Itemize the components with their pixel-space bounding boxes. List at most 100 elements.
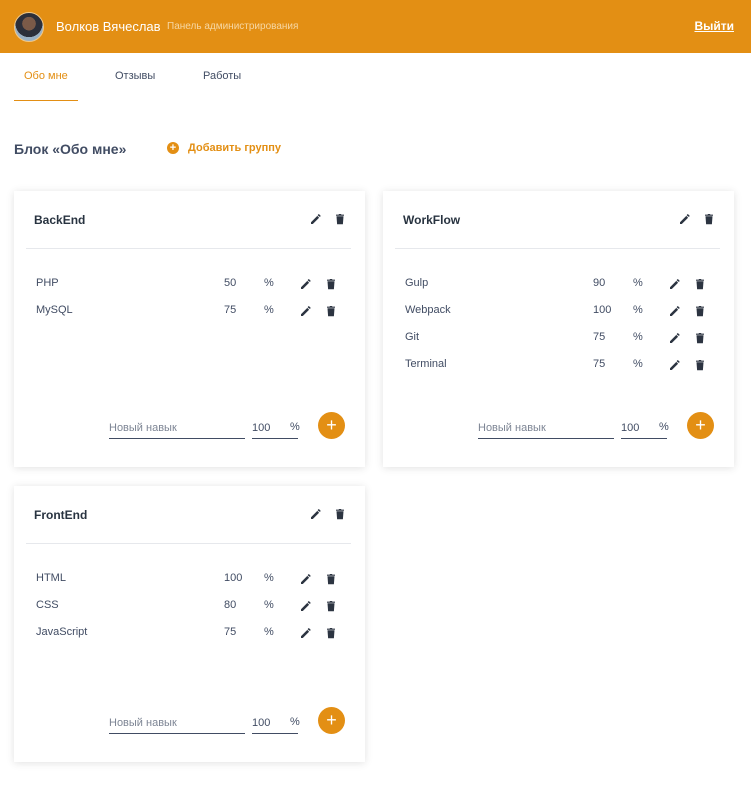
skill-row: MySQL 75 % bbox=[14, 302, 365, 320]
trash-icon[interactable] bbox=[325, 573, 337, 585]
new-skill-input[interactable] bbox=[109, 418, 245, 439]
skill-name[interactable]: CSS bbox=[36, 599, 59, 611]
skill-percent-value[interactable]: 75 bbox=[224, 626, 236, 638]
new-skill-percent-field: % bbox=[621, 418, 669, 439]
percent-sign: % bbox=[264, 304, 274, 316]
skill-row: Git 75 % bbox=[383, 329, 734, 347]
skill-group-card: WorkFlow Gulp 90 % Webpack 100 % Git 75 … bbox=[383, 191, 734, 467]
user-name: Волков Вячеслав bbox=[56, 19, 161, 34]
add-group-label: Добавить группу bbox=[188, 142, 282, 154]
divider bbox=[26, 248, 351, 249]
tab-bar: Обо мне Отзывы Работы bbox=[14, 53, 751, 101]
trash-icon[interactable] bbox=[694, 305, 706, 317]
skill-name[interactable]: Terminal bbox=[405, 358, 447, 370]
active-tab-indicator bbox=[14, 100, 78, 101]
percent-sign: % bbox=[264, 599, 274, 611]
avatar bbox=[14, 12, 44, 42]
add-skill-button[interactable]: + bbox=[318, 707, 345, 734]
skill-name[interactable]: Gulp bbox=[405, 277, 428, 289]
group-title: FrontEnd bbox=[34, 508, 88, 522]
tab-reviews[interactable]: Отзывы bbox=[115, 70, 155, 82]
pencil-icon[interactable] bbox=[300, 573, 312, 585]
new-skill-percent-input[interactable] bbox=[252, 713, 282, 732]
divider bbox=[395, 248, 720, 249]
pencil-icon[interactable] bbox=[310, 508, 322, 520]
skill-percent-value[interactable]: 90 bbox=[593, 277, 605, 289]
pencil-icon[interactable] bbox=[300, 278, 312, 290]
trash-icon[interactable] bbox=[325, 305, 337, 317]
skill-row: JavaScript 75 % bbox=[14, 624, 365, 642]
skill-row: CSS 80 % bbox=[14, 597, 365, 615]
add-skill-button[interactable]: + bbox=[318, 412, 345, 439]
plus-circle-icon: + bbox=[167, 142, 179, 154]
trash-icon[interactable] bbox=[325, 600, 337, 612]
skill-group-card: FrontEnd HTML 100 % CSS 80 % JavaScript … bbox=[14, 486, 365, 762]
skill-percent-value[interactable]: 75 bbox=[593, 358, 605, 370]
skill-name[interactable]: Webpack bbox=[405, 304, 451, 316]
percent-sign: % bbox=[264, 277, 274, 289]
trash-icon[interactable] bbox=[694, 332, 706, 344]
skill-row: Webpack 100 % bbox=[383, 302, 734, 320]
section-title: Блок «Обо мне» bbox=[14, 141, 127, 157]
pencil-icon[interactable] bbox=[669, 278, 681, 290]
pencil-icon[interactable] bbox=[669, 305, 681, 317]
trash-icon[interactable] bbox=[325, 627, 337, 639]
plus-icon: + bbox=[326, 415, 337, 435]
new-skill-percent-field: % bbox=[252, 713, 300, 734]
skill-percent-value[interactable]: 75 bbox=[224, 304, 236, 316]
new-skill-input[interactable] bbox=[478, 418, 614, 439]
pencil-icon[interactable] bbox=[300, 627, 312, 639]
skill-row: HTML 100 % bbox=[14, 570, 365, 588]
skill-percent-value[interactable]: 80 bbox=[224, 599, 236, 611]
pencil-icon[interactable] bbox=[300, 305, 312, 317]
new-skill-percent-input[interactable] bbox=[252, 418, 282, 437]
percent-sign: % bbox=[633, 331, 643, 343]
trash-icon[interactable] bbox=[703, 213, 715, 225]
skill-name[interactable]: JavaScript bbox=[36, 626, 87, 638]
percent-sign: % bbox=[633, 358, 643, 370]
skill-name[interactable]: MySQL bbox=[36, 304, 73, 316]
trash-icon[interactable] bbox=[694, 278, 706, 290]
divider bbox=[26, 543, 351, 544]
plus-icon: + bbox=[326, 710, 337, 730]
skill-name[interactable]: Git bbox=[405, 331, 419, 343]
new-skill-input[interactable] bbox=[109, 713, 245, 734]
percent-sign: % bbox=[264, 572, 274, 584]
pencil-icon[interactable] bbox=[669, 332, 681, 344]
skill-percent-value[interactable]: 75 bbox=[593, 331, 605, 343]
plus-icon: + bbox=[695, 415, 706, 435]
skill-name[interactable]: PHP bbox=[36, 277, 59, 289]
panel-title: Панель администрирования bbox=[167, 21, 299, 32]
percent-sign: % bbox=[290, 716, 300, 728]
percent-sign: % bbox=[290, 421, 300, 433]
skill-percent-value[interactable]: 100 bbox=[593, 304, 611, 316]
skill-row: Terminal 75 % bbox=[383, 356, 734, 374]
new-skill-percent-input[interactable] bbox=[621, 418, 651, 437]
percent-sign: % bbox=[264, 626, 274, 638]
pencil-icon[interactable] bbox=[300, 600, 312, 612]
trash-icon[interactable] bbox=[334, 213, 346, 225]
tab-works[interactable]: Работы bbox=[203, 70, 241, 82]
trash-icon[interactable] bbox=[694, 359, 706, 371]
trash-icon[interactable] bbox=[334, 508, 346, 520]
trash-icon[interactable] bbox=[325, 278, 337, 290]
percent-sign: % bbox=[659, 421, 669, 433]
logout-link[interactable]: Выйти bbox=[694, 19, 734, 33]
skill-name[interactable]: HTML bbox=[36, 572, 66, 584]
add-skill-button[interactable]: + bbox=[687, 412, 714, 439]
skill-row: Gulp 90 % bbox=[383, 275, 734, 293]
percent-sign: % bbox=[633, 304, 643, 316]
pencil-icon[interactable] bbox=[669, 359, 681, 371]
pencil-icon[interactable] bbox=[679, 213, 691, 225]
tab-about[interactable]: Обо мне bbox=[24, 70, 68, 82]
skill-group-card: BackEnd PHP 50 % MySQL 75 % % + bbox=[14, 191, 365, 467]
pencil-icon[interactable] bbox=[310, 213, 322, 225]
skill-row: PHP 50 % bbox=[14, 275, 365, 293]
add-group-button[interactable]: + Добавить группу bbox=[167, 142, 281, 154]
skill-percent-value[interactable]: 100 bbox=[224, 572, 242, 584]
skill-percent-value[interactable]: 50 bbox=[224, 277, 236, 289]
percent-sign: % bbox=[633, 277, 643, 289]
top-bar: Волков Вячеслав Панель администрирования… bbox=[0, 0, 751, 53]
group-title: WorkFlow bbox=[403, 213, 461, 227]
group-title: BackEnd bbox=[34, 213, 86, 227]
